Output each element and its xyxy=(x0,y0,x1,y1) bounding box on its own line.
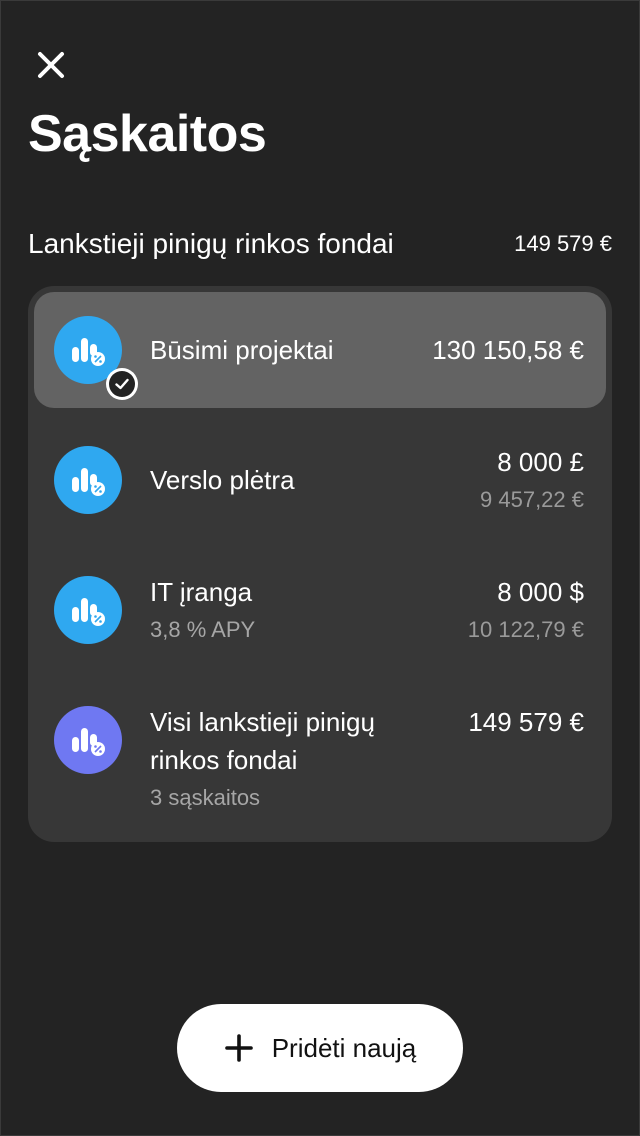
account-row-all-funds[interactable]: Visi lankstieji pinigų rinkos fondai 3 s… xyxy=(34,678,606,828)
money-market-fund-icon xyxy=(54,706,122,774)
account-amount-converted: 9 457,22 € xyxy=(480,487,584,512)
account-name: Būsimi projektai xyxy=(150,335,334,365)
account-name-line1: Visi lankstieji pinigų xyxy=(150,707,375,737)
accounts-card: Būsimi projektai 130 150,58 € Verslo plė… xyxy=(28,286,612,842)
account-row-verslo-pletra[interactable]: Verslo plėtra 8 000 £ 9 457,22 € xyxy=(34,418,606,544)
add-new-button[interactable]: Pridėti naują xyxy=(177,1004,463,1092)
account-count: 3 sąskaitos xyxy=(150,785,261,810)
money-market-fund-icon xyxy=(54,576,122,644)
page-title: Sąskaitos xyxy=(28,105,267,163)
section-total: 149 579 € xyxy=(514,231,612,256)
money-market-fund-icon xyxy=(54,316,138,400)
section-title: Lankstieji pinigų rinkos fondai xyxy=(28,228,394,259)
account-amount: 8 000 £ xyxy=(497,447,584,477)
section-header: Lankstieji pinigų rinkos fondai 149 579 … xyxy=(28,224,612,264)
account-name: IT įranga xyxy=(150,577,253,607)
account-amount: 8 000 $ xyxy=(497,577,584,607)
account-amount-converted: 10 122,79 € xyxy=(467,617,584,642)
account-name: Verslo plėtra xyxy=(150,465,295,495)
selected-check-badge xyxy=(106,368,138,400)
account-apy: 3,8 % APY xyxy=(150,617,256,642)
close-icon xyxy=(38,52,64,78)
money-market-fund-icon xyxy=(54,446,122,514)
checkmark-icon xyxy=(109,371,135,397)
account-row-busimi-projektai[interactable]: Būsimi projektai 130 150,58 € xyxy=(34,292,606,408)
account-amount: 130 150,58 € xyxy=(432,335,584,365)
account-name-line2: rinkos fondai xyxy=(150,745,298,775)
account-row-it-iranga[interactable]: IT įranga 3,8 % APY 8 000 $ 10 122,79 € xyxy=(34,548,606,674)
plus-icon xyxy=(224,1034,253,1062)
add-new-label: Pridėti naują xyxy=(271,1032,417,1063)
account-amount: 149 579 € xyxy=(468,707,584,737)
close-button[interactable] xyxy=(30,44,72,86)
